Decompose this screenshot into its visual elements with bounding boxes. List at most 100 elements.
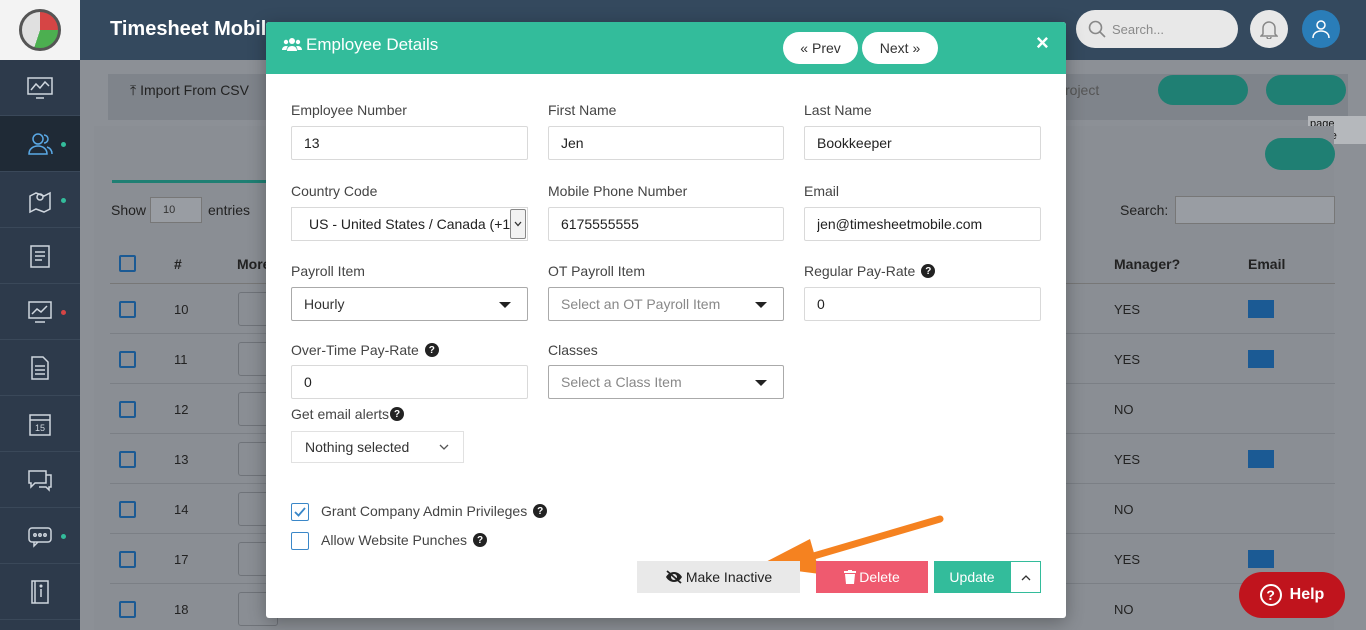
payroll-item-select[interactable]: Hourly xyxy=(291,287,528,321)
row-manager: NO xyxy=(1114,402,1134,417)
col-manager[interactable]: Manager? xyxy=(1114,256,1180,272)
classes-select[interactable]: Select a Class Item xyxy=(548,365,784,399)
close-icon[interactable]: × xyxy=(1036,30,1049,56)
make-inactive-button[interactable]: Make Inactive xyxy=(637,561,800,593)
sidebar-item-documents[interactable] xyxy=(0,340,80,396)
question-circle-icon[interactable]: ? xyxy=(533,504,548,518)
notifications-button[interactable] xyxy=(1250,10,1288,48)
envelope-icon[interactable] xyxy=(1248,300,1274,318)
row-number: 17 xyxy=(174,552,189,567)
admin-privileges-text: Grant Company Admin Privileges xyxy=(321,503,528,519)
last-name-input[interactable] xyxy=(804,126,1041,160)
col-num[interactable]: # xyxy=(174,256,182,272)
question-circle-icon[interactable]: ? xyxy=(424,343,439,357)
website-punches-checkbox[interactable] xyxy=(291,532,309,550)
next-button[interactable]: Next» xyxy=(862,32,938,64)
chat-icon xyxy=(28,469,52,492)
help-label: Help xyxy=(1289,586,1325,603)
delete-button[interactable]: Delete xyxy=(816,561,928,593)
help-button[interactable]: ? Help xyxy=(1239,572,1345,618)
first-name-input[interactable] xyxy=(548,126,784,160)
question-circle-icon[interactable]: ? xyxy=(473,533,488,547)
question-circle-icon[interactable]: ? xyxy=(921,264,936,278)
sidebar-item-dashboard[interactable] xyxy=(0,60,80,116)
envelope-icon[interactable] xyxy=(1248,350,1274,368)
row-number: 11 xyxy=(174,352,188,367)
sidebar-item-info[interactable] xyxy=(0,564,80,620)
sidebar-item-calendar[interactable]: 15 xyxy=(0,396,80,452)
status-dot xyxy=(61,534,66,539)
email-alerts-select[interactable]: Nothing selected xyxy=(291,431,464,463)
show-label: Show xyxy=(111,202,147,218)
expand-button[interactable] xyxy=(1265,138,1335,170)
table-search-input[interactable] xyxy=(1175,196,1335,224)
monitor-chart-icon xyxy=(27,76,53,99)
double-chevron-left-icon: « xyxy=(800,40,808,56)
country-code-select[interactable]: US - United States / Canada (+1 xyxy=(291,207,528,241)
delete-label: Delete xyxy=(859,569,900,585)
import-csv-button[interactable]: ⤒ Import From CSV xyxy=(130,82,249,99)
email-alerts-value: Nothing selected xyxy=(305,439,410,455)
question-circle-icon: ? xyxy=(1259,584,1282,606)
modal-title: Employee Details xyxy=(282,35,438,55)
classes-placeholder: Select a Class Item xyxy=(561,374,682,390)
email-input[interactable] xyxy=(804,207,1041,241)
sidebar-item-employees[interactable] xyxy=(0,116,80,172)
country-code-label: Country Code xyxy=(291,183,378,199)
row-manager: NO xyxy=(1114,502,1134,517)
prev-button[interactable]: «Prev xyxy=(783,32,858,64)
row-checkbox[interactable] xyxy=(119,501,136,518)
email-label: Email xyxy=(804,183,840,199)
update-label: Update xyxy=(949,569,995,585)
print-button[interactable] xyxy=(1158,75,1248,105)
ot-payroll-item-select[interactable]: Select an OT Payroll Item xyxy=(548,287,784,321)
website-punches-label: Allow Website Punches? xyxy=(321,532,488,548)
sidebar-item-messages[interactable] xyxy=(0,452,80,508)
update-options-toggle[interactable] xyxy=(1010,561,1041,593)
clipboard-icon xyxy=(30,244,50,268)
global-search[interactable]: Search... xyxy=(1076,10,1238,48)
bell-icon xyxy=(1260,21,1278,39)
link-button[interactable] xyxy=(1266,75,1346,105)
chevron-up-icon xyxy=(1021,574,1030,580)
employee-number-input[interactable] xyxy=(291,126,528,160)
admin-privileges-checkbox[interactable] xyxy=(291,503,309,521)
mobile-phone-input[interactable] xyxy=(548,207,784,241)
row-checkbox[interactable] xyxy=(119,301,136,318)
chevron-down-icon[interactable] xyxy=(510,209,526,239)
prev-label: Prev xyxy=(812,40,841,56)
question-circle-icon[interactable]: ? xyxy=(390,407,405,421)
next-label: Next xyxy=(879,40,909,56)
update-button[interactable]: Update xyxy=(934,561,1010,593)
chevron-down-icon xyxy=(439,444,449,450)
row-manager: YES xyxy=(1114,452,1141,467)
user-menu-button[interactable] xyxy=(1302,10,1340,48)
logo-icon xyxy=(19,9,61,51)
sidebar-item-timesheets[interactable] xyxy=(0,228,80,284)
envelope-icon[interactable] xyxy=(1248,450,1274,468)
regular-pay-rate-input[interactable] xyxy=(804,287,1041,321)
entries-select[interactable]: 10 xyxy=(150,197,202,223)
select-all-checkbox[interactable] xyxy=(119,255,136,272)
row-number: 12 xyxy=(174,402,189,417)
overtime-pay-rate-input[interactable] xyxy=(291,365,528,399)
admin-privileges-label: Grant Company Admin Privileges? xyxy=(321,503,548,519)
row-checkbox[interactable] xyxy=(119,451,136,468)
col-email[interactable]: Email xyxy=(1248,256,1285,272)
modal-header: Employee Details «Prev Next» × xyxy=(266,22,1066,74)
employee-details-modal: Employee Details «Prev Next» × Employee … xyxy=(266,22,1066,618)
app-logo[interactable] xyxy=(0,0,80,60)
envelope-icon[interactable] xyxy=(1248,550,1274,568)
website-punches-text: Allow Website Punches xyxy=(321,532,468,548)
sidebar-item-chat[interactable] xyxy=(0,508,80,564)
eye-slash-icon xyxy=(665,570,682,584)
row-checkbox[interactable] xyxy=(119,351,136,368)
caret-down-icon xyxy=(755,380,767,386)
sidebar-item-reports[interactable] xyxy=(0,284,80,340)
row-checkbox[interactable] xyxy=(119,601,136,618)
row-checkbox[interactable] xyxy=(119,401,136,418)
map-pin-icon xyxy=(29,191,51,213)
overtime-pay-rate-text: Over-Time Pay-Rate xyxy=(291,342,419,358)
row-checkbox[interactable] xyxy=(119,551,136,568)
sidebar-item-map[interactable] xyxy=(0,172,80,228)
